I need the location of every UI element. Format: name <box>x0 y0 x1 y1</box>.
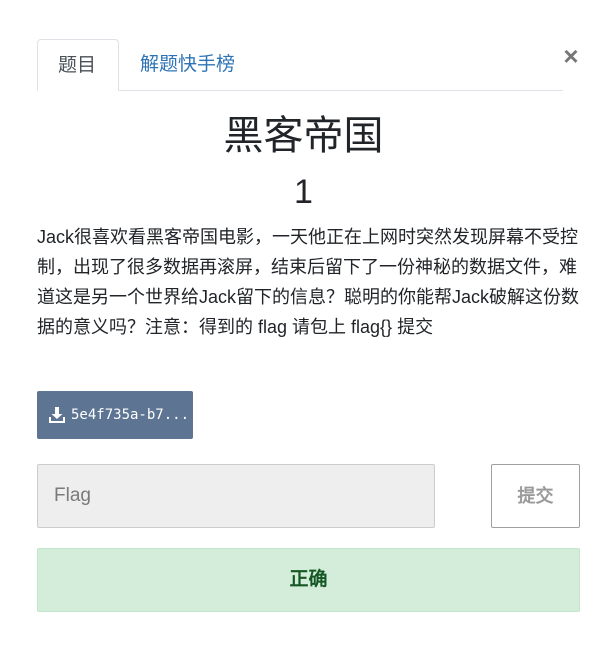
challenge-tabs: 题目 解题快手榜 <box>37 39 563 91</box>
challenge-title: 黑客帝国 <box>223 114 384 158</box>
download-icon <box>48 406 66 424</box>
file-download-button[interactable]: 5e4f735a-b7... <box>37 391 193 439</box>
file-name: 5e4f735a-b7... <box>71 407 190 423</box>
close-button[interactable]: × <box>561 43 581 69</box>
result-alert: 正确 <box>37 548 580 612</box>
flag-input[interactable] <box>37 464 435 528</box>
tab-challenge[interactable]: 题目 <box>37 39 119 91</box>
submit-button[interactable]: 提交 <box>491 464 580 528</box>
tab-solves[interactable]: 解题快手榜 <box>120 39 255 91</box>
challenge-description: Jack很喜欢看黑客帝国电影，一天他正在上网时突然发现屏幕不受控制，出现了很多数… <box>37 227 580 337</box>
challenge-points: 1 <box>294 173 313 211</box>
